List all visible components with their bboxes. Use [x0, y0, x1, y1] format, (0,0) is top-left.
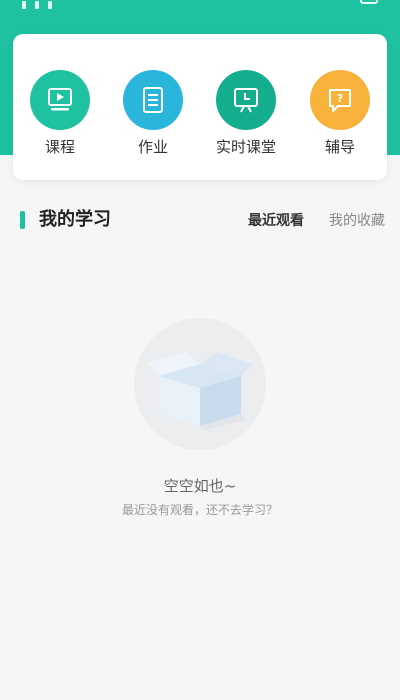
nav-course[interactable]: 课程 — [20, 70, 100, 166]
section-accent-bar — [20, 211, 25, 229]
nav-course-label: 课程 — [44, 138, 75, 156]
clock-board-icon — [216, 70, 276, 130]
tab-recent-watched[interactable]: 最近观看 — [248, 211, 304, 231]
nav-live-class-label: 实时课堂 — [215, 138, 276, 156]
nav-tutor-label: 辅导 — [324, 138, 355, 156]
empty-title: 空空如也~ — [163, 477, 237, 495]
empty-box-icon — [134, 318, 266, 450]
status-icons — [22, 0, 102, 9]
video-screen-icon — [30, 70, 90, 130]
status-bar — [0, 0, 400, 9]
question-bubble-icon: ? — [310, 70, 370, 130]
tab-my-favorites[interactable]: 我的收藏 — [329, 211, 385, 231]
nav-tutor[interactable]: ? 辅导 — [300, 70, 380, 166]
battery-icon — [360, 0, 378, 4]
document-icon — [123, 70, 183, 130]
nav-homework[interactable]: 作业 — [113, 70, 193, 166]
empty-state: 空空如也~ 最近没有观看，还不去学习？ — [0, 318, 400, 538]
nav-homework-label: 作业 — [137, 138, 168, 156]
quick-nav-card: 课程 作业 实时课堂 ? 辅导 — [13, 34, 387, 180]
nav-live-class[interactable]: 实时课堂 — [206, 70, 286, 166]
svg-text:?: ? — [337, 92, 343, 105]
empty-subtitle: 最近没有观看，还不去学习？ — [121, 503, 278, 517]
section-title: 我的学习 — [39, 209, 111, 230]
my-study-header: 我的学习 最近观看 我的收藏 — [0, 206, 400, 238]
